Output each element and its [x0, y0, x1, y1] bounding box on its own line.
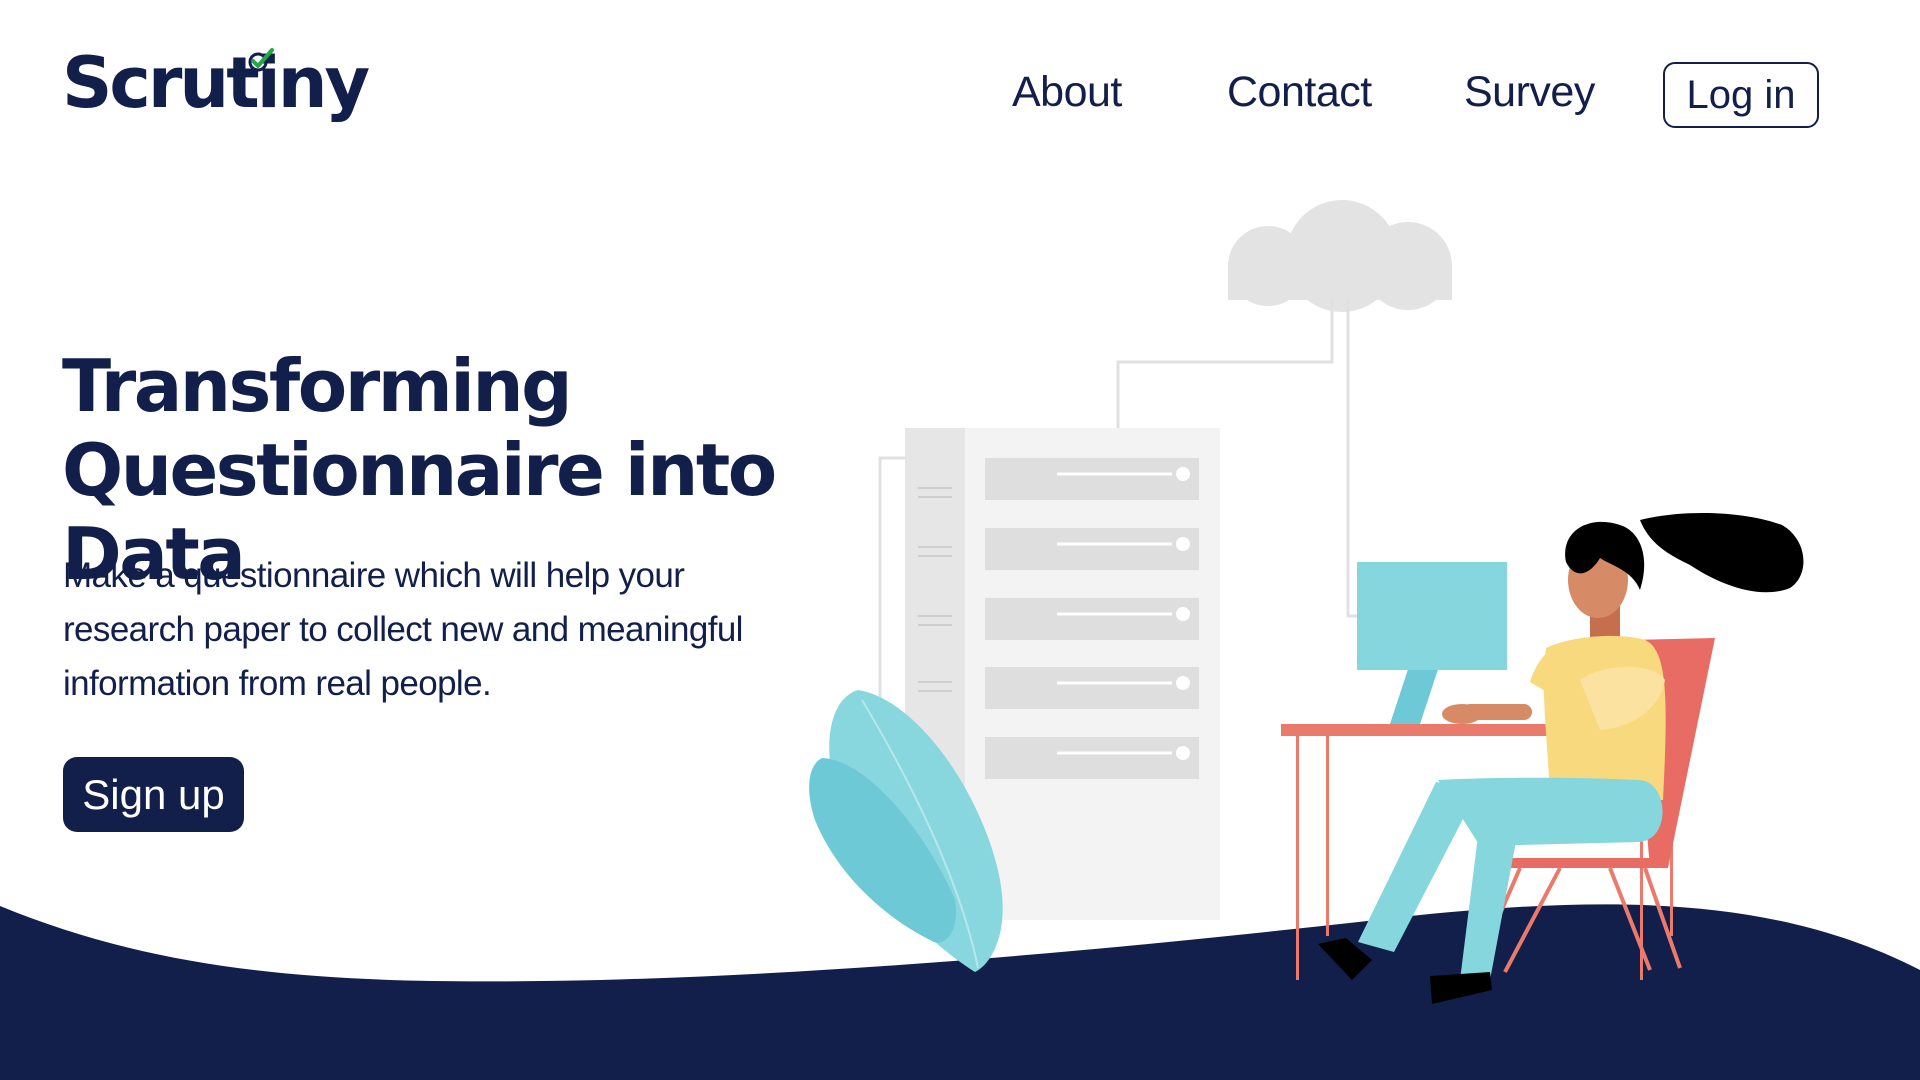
brand-logo[interactable]: Scrutiny: [62, 48, 370, 118]
nav-contact-link[interactable]: Contact: [1227, 68, 1372, 117]
cloud-icon: [1228, 200, 1452, 312]
signup-button[interactable]: Sign up: [63, 757, 244, 832]
nav-survey-link[interactable]: Survey: [1464, 68, 1595, 117]
hero-title-line1: Transforming: [62, 344, 573, 428]
hero-description: Make a questionnaire which will help you…: [63, 556, 743, 703]
brand-name: Scrutiny: [62, 42, 370, 124]
login-button[interactable]: Log in: [1663, 62, 1819, 128]
nav-about-link[interactable]: About: [1012, 68, 1122, 117]
computer-monitor: [1357, 562, 1507, 724]
check-mark-icon: [248, 48, 274, 72]
